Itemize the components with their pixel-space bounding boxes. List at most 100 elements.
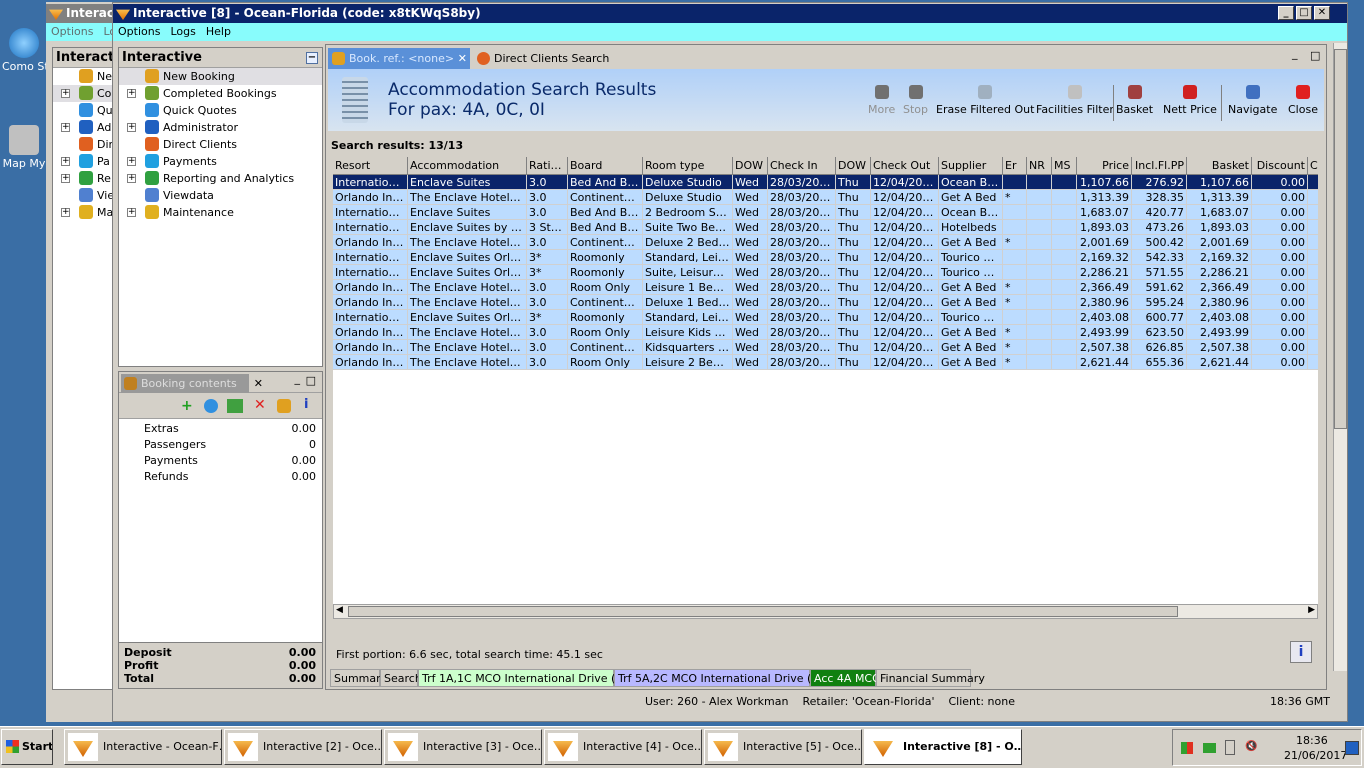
column-header[interactable]: C [1308,157,1318,175]
booking-tab[interactable]: Booking contents ✕ [121,374,263,393]
column-header[interactable]: Incl.Fl.PP [1132,157,1187,175]
column-header[interactable]: MS [1052,157,1077,175]
tray-network-icon[interactable] [1225,740,1235,755]
table-row[interactable]: Internation… Enclave Suites 3.0 Bed And Br…… [333,205,1318,220]
table-row[interactable]: Internation… Enclave Suites Orlando 3* Room… [333,250,1318,265]
tray-app-icon[interactable] [1181,742,1193,754]
horizontal-scrollbar[interactable]: ◀ ▶ [333,604,1318,619]
column-header[interactable]: Discount [1252,157,1308,175]
column-header[interactable]: Er [1003,157,1027,175]
nav-item-quick-quotes[interactable]: Quick Quotes [119,102,322,119]
table-row[interactable]: Orlando Int… The Enclave Hotel & … 3.0 Room… [333,325,1318,340]
basket-button[interactable]: Basket [1116,85,1153,116]
desktop-icon-map-drive[interactable]: Map My [2,125,46,170]
add-icon[interactable]: + [181,398,193,414]
navigate-button[interactable]: Navigate [1228,85,1277,116]
tray-network-card-icon[interactable] [1203,743,1216,753]
minimize-panel-icon[interactable]: _ [295,372,301,385]
column-header[interactable]: DOW [733,157,768,175]
table-row[interactable]: Orlando Int… The Enclave Hotel & … 3.0 Cont… [333,190,1318,205]
column-header[interactable]: Board [568,157,643,175]
column-header[interactable]: NR [1027,157,1052,175]
nav-item-viewdata[interactable]: Viewdata [119,187,322,204]
tab-close-icon[interactable]: ✕ [254,374,263,393]
palm-tree-icon[interactable] [277,399,291,413]
menu-options[interactable]: Options [46,25,98,38]
table-row[interactable]: Orlando Int… The Enclave Hotel & … 3.0 Cont… [333,340,1318,355]
expand-icon[interactable]: + [61,174,70,183]
info-button[interactable]: i [1290,641,1312,663]
background-window[interactable]: Interac Options Lo Interacti Ne + Co Qu + Ad Di… [46,2,116,722]
column-header[interactable]: Accommodation [408,157,527,175]
clock-icon[interactable] [204,399,218,413]
expand-icon[interactable]: + [61,157,70,166]
close-button[interactable]: Close [1288,85,1318,116]
bg-nav-item[interactable]: + Ad [53,119,115,136]
nav-item-reporting-and-analytics[interactable]: + Reporting and Analytics [119,170,322,187]
nett-price-button[interactable]: Nett Price [1163,85,1217,116]
minimize-panel-icon[interactable]: _ [1292,47,1298,60]
taskbar-item[interactable]: Interactive [3] - Oce… [384,729,542,765]
menu-help[interactable]: Help [201,25,236,38]
bottom-tab-financial-summary[interactable]: Financial Summary [876,669,985,687]
column-header[interactable]: Supplier [939,157,1003,175]
bg-nav-item[interactable]: + Re [53,170,115,187]
table-row[interactable]: Orlando Int… The Enclave Hotel & … 3.0 Room… [333,280,1318,295]
vertical-scrollbar[interactable] [1333,43,1347,671]
tray-volume-muted-icon[interactable]: 🔇 [1245,741,1257,753]
column-header[interactable]: Price [1077,157,1132,175]
column-header[interactable]: Check In [768,157,836,175]
column-header[interactable]: DOW [836,157,871,175]
bg-nav-item[interactable]: + Ma [53,204,115,221]
erase-filtered-out-button[interactable]: Erase Filtered Out [936,85,1034,116]
bottom-tab-trf-1a-1c-mco-international-drive-fl-[interactable]: Trf 1A,1C MCO International Drive (FL) [418,669,632,687]
collapse-icon[interactable]: − [306,52,318,64]
nav-item-direct-clients[interactable]: Direct Clients [119,136,322,153]
column-header[interactable]: Room type [643,157,733,175]
delete-icon[interactable]: ✕ [254,397,266,413]
bottom-tab-acc-4a-mco[interactable]: Acc 4A MCO [810,669,881,687]
bg-nav-item[interactable]: Vie [53,187,115,204]
tab-booking-ref[interactable]: Book. ref.: <none> ✕ [328,48,470,69]
taskbar-item[interactable]: Interactive [2] - Oce… [224,729,382,765]
expand-icon[interactable]: + [61,89,70,98]
taskbar-item[interactable]: Interactive [4] - Oce… [544,729,702,765]
taskbar-item[interactable]: Interactive - Ocean-F… [64,729,222,765]
facilities-filter-button[interactable]: Facilities Filter [1036,85,1114,116]
table-row[interactable]: Internation… Enclave Suites 3.0 Bed And Br…… [333,175,1318,190]
nav-item-completed-bookings[interactable]: + Completed Bookings [119,85,322,102]
menu-logs[interactable]: Logs [165,25,200,38]
column-header[interactable]: Check Out [871,157,939,175]
transfer-icon[interactable] [227,399,243,413]
nav-item-maintenance[interactable]: + Maintenance [119,204,322,221]
nav-item-payments[interactable]: + Payments [119,153,322,170]
table-row[interactable]: Internation… Enclave Suites Orlando 3* Room… [333,310,1318,325]
table-row[interactable]: Orlando Int… The Enclave Hotel & … 3.0 Cont… [333,295,1318,310]
column-header[interactable]: Basket [1187,157,1252,175]
expand-icon[interactable]: + [61,208,70,217]
taskbar-item[interactable]: Interactive [8] - O… [864,729,1022,765]
bg-nav-item[interactable]: Ne [53,68,115,85]
expand-icon[interactable]: + [61,123,70,132]
column-header[interactable]: Rati… [527,157,568,175]
maximize-panel-icon[interactable]: □ [1310,49,1320,62]
nav-item-new-booking[interactable]: New Booking [119,68,322,85]
maximize-button[interactable]: □ [1296,6,1312,20]
bg-nav-item[interactable]: Dir [53,136,115,153]
bg-nav-item[interactable]: Qu [53,102,115,119]
column-header[interactable]: Resort [333,157,408,175]
table-row[interactable]: Orlando Int… The Enclave Hotel & … 3.0 Room… [333,355,1318,370]
minimize-button[interactable]: _ [1278,6,1294,20]
bottom-tab-trf-5a-2c-mco-international-drive-fl-[interactable]: Trf 5A,2C MCO International Drive (FL) [614,669,828,687]
show-desktop-icon[interactable] [1345,741,1359,755]
bg-nav-item[interactable]: + Co [53,85,115,102]
table-row[interactable]: Internation… Enclave Suites Orlando 3* Room… [333,265,1318,280]
expand-icon[interactable]: + [127,208,136,217]
bottom-tab-summary[interactable]: Summary [330,669,387,687]
tab-close-icon[interactable]: ✕ [458,48,467,69]
nav-item-administrator[interactable]: + Administrator [119,119,322,136]
tab-direct-clients-search[interactable]: Direct Clients Search [472,48,612,69]
expand-icon[interactable]: + [127,123,136,132]
info-icon[interactable]: i [304,397,308,412]
close-window-button[interactable]: ✕ [1314,6,1330,20]
